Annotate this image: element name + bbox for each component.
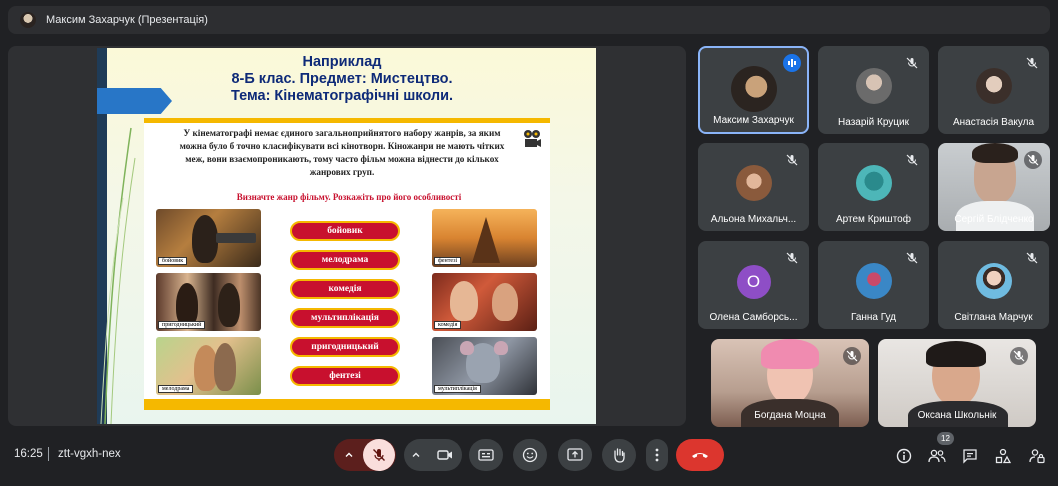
camera-icon[interactable]: [428, 439, 462, 471]
mic-off-icon: [1024, 151, 1042, 169]
slide-arrow-decor: [97, 88, 172, 114]
participant-video-hair: [926, 341, 986, 367]
slide-heading-line-2: 8-Б клас. Предмет: Мистецтво.: [231, 71, 453, 87]
slide-content-box: У кінематографі немає єдиного загальнопр…: [144, 118, 550, 410]
participant-tile-olena[interactable]: О Олена Самборсь...: [698, 241, 809, 329]
genre-action: бойовик: [290, 221, 400, 241]
participant-name: Артем Криштоф: [836, 214, 911, 225]
participant-tile-artem[interactable]: Артем Криштоф: [818, 143, 929, 231]
participant-tile-maksym[interactable]: Максим Захарчук: [698, 46, 809, 134]
captions-icon[interactable]: [469, 439, 503, 471]
action-movie-image: бойовик: [156, 209, 261, 267]
participant-name: Максим Захарчук: [713, 115, 794, 126]
cartoon-caption: мультиплікація: [434, 385, 481, 393]
slide-paragraph: У кінематографі немає єдиного загальнопр…: [179, 128, 505, 177]
mic-off-icon: [903, 249, 921, 267]
participant-tile-serhii-video[interactable]: Сергій Блідченко: [938, 143, 1050, 231]
mic-off-icon: [1023, 54, 1041, 72]
people-count-badge: 12: [937, 432, 954, 445]
mic-off-icon: [783, 151, 801, 169]
mic-off-icon: [843, 347, 861, 365]
melodrama-movie-image: мелодрама: [156, 337, 261, 395]
action-caption: бойовик: [158, 257, 188, 265]
people-icon[interactable]: [927, 446, 947, 466]
participant-avatar: [855, 165, 892, 201]
participant-name: Анастасія Вакула: [952, 117, 1035, 128]
meeting-clock: 16:25: [14, 448, 43, 460]
participant-avatar: [975, 68, 1012, 104]
participant-avatar: [855, 263, 892, 299]
participant-tile-anastasiia[interactable]: Анастасія Вакула: [938, 46, 1049, 134]
presenter-title: Максим Захарчук (Презентація): [46, 14, 208, 26]
participant-tile-svitlana[interactable]: Світлана Марчук: [938, 241, 1049, 329]
raise-hand-icon[interactable]: [602, 439, 636, 471]
participant-name: Сергій Блідченко: [954, 214, 1034, 225]
cartoon-movie-image: мультиплікація: [432, 337, 537, 395]
end-call-icon[interactable]: [676, 439, 724, 471]
mic-off-icon: [783, 249, 801, 267]
participant-name: Богдана Моцна: [754, 410, 826, 421]
presenter-bar: Максим Захарчук (Презентація): [8, 6, 1050, 34]
mic-options-chevron[interactable]: [335, 439, 363, 471]
fantasy-movie-image: фентезі: [432, 209, 537, 267]
present-icon[interactable]: [558, 439, 592, 471]
participant-name: Ганна Гуд: [850, 312, 897, 323]
participant-name: Олена Самборсь...: [709, 312, 798, 323]
participant-avatar: [975, 263, 1012, 299]
presentation-stage: Наприклад 8-Б клас. Предмет: Мистецтво. …: [8, 46, 686, 426]
speaking-indicator-icon: [783, 54, 801, 72]
mic-off-icon: [1010, 347, 1028, 365]
participant-name: Альона Михальч...: [710, 214, 797, 225]
divider: [48, 447, 49, 461]
participant-avatar: [855, 68, 892, 104]
genre-cartoon: мультиплікація: [290, 308, 400, 328]
participant-name: Світлана Марчук: [954, 312, 1033, 323]
participant-name: Оксана Школьнік: [917, 410, 997, 421]
slide: Наприклад 8-Б клас. Предмет: Мистецтво. …: [97, 48, 596, 424]
adventure-caption: пригодницький: [158, 321, 206, 329]
participant-tile-bohdana-video[interactable]: Богдана Моцна: [711, 339, 869, 427]
participant-letter-avatar: О: [736, 265, 771, 299]
activities-icon[interactable]: [993, 446, 1013, 466]
meeting-controls-bar: 16:25 ztt-vgxh-nex 12: [0, 432, 1058, 486]
participant-tile-nazarii[interactable]: Назарій Круцик: [818, 46, 929, 134]
participant-tile-oksana-video[interactable]: Оксана Школьнік: [878, 339, 1036, 427]
genre-fantasy: фентезі: [290, 366, 400, 386]
comedy-caption: комедія: [434, 321, 462, 329]
participant-tile-hanna[interactable]: Ганна Гуд: [818, 241, 929, 329]
participant-tile-alona[interactable]: Альона Михальч...: [698, 143, 809, 231]
presenter-avatar: [20, 12, 36, 28]
participant-name: Назарій Круцик: [838, 117, 909, 128]
mic-off-icon[interactable]: [363, 439, 395, 471]
camera-control-group: [404, 439, 462, 471]
more-options-icon[interactable]: [646, 439, 668, 471]
host-controls-icon[interactable]: [1027, 446, 1047, 466]
mic-off-icon: [1023, 249, 1041, 267]
slide-decor-lines: [100, 127, 136, 424]
slide-task: Визначте жанр фільму. Розкажіть про його…: [236, 192, 462, 202]
camera-options-chevron[interactable]: [404, 439, 428, 471]
participant-video-hair: [972, 143, 1018, 163]
slide-heading-line-1: Наприклад: [302, 54, 382, 70]
participant-avatar: [735, 165, 772, 201]
comedy-movie-image: комедія: [432, 273, 537, 331]
adventure-movie-image: пригодницький: [156, 273, 261, 331]
info-icon[interactable]: [894, 446, 914, 466]
participant-video-hair: [761, 339, 819, 369]
mic-off-icon: [903, 54, 921, 72]
meeting-code: ztt-vgxh-nex: [58, 448, 121, 460]
genre-adventure: пригодницький: [290, 337, 400, 357]
genre-melodrama: мелодрама: [290, 250, 400, 270]
mic-control-group: [334, 439, 396, 471]
genre-comedy: комедія: [290, 279, 400, 299]
melodrama-caption: мелодрама: [158, 385, 194, 393]
slide-heading-line-3: Тема: Кінематографічні школи.: [230, 88, 454, 104]
film-camera-icon: [524, 130, 541, 147]
fantasy-caption: фентезі: [434, 257, 462, 265]
participant-avatar: [730, 66, 777, 112]
slide-heading: Наприклад 8-Б клас. Предмет: Мистецтво. …: [197, 54, 487, 105]
mic-off-icon: [903, 151, 921, 169]
emoji-icon[interactable]: [513, 439, 547, 471]
chat-icon[interactable]: [960, 446, 980, 466]
